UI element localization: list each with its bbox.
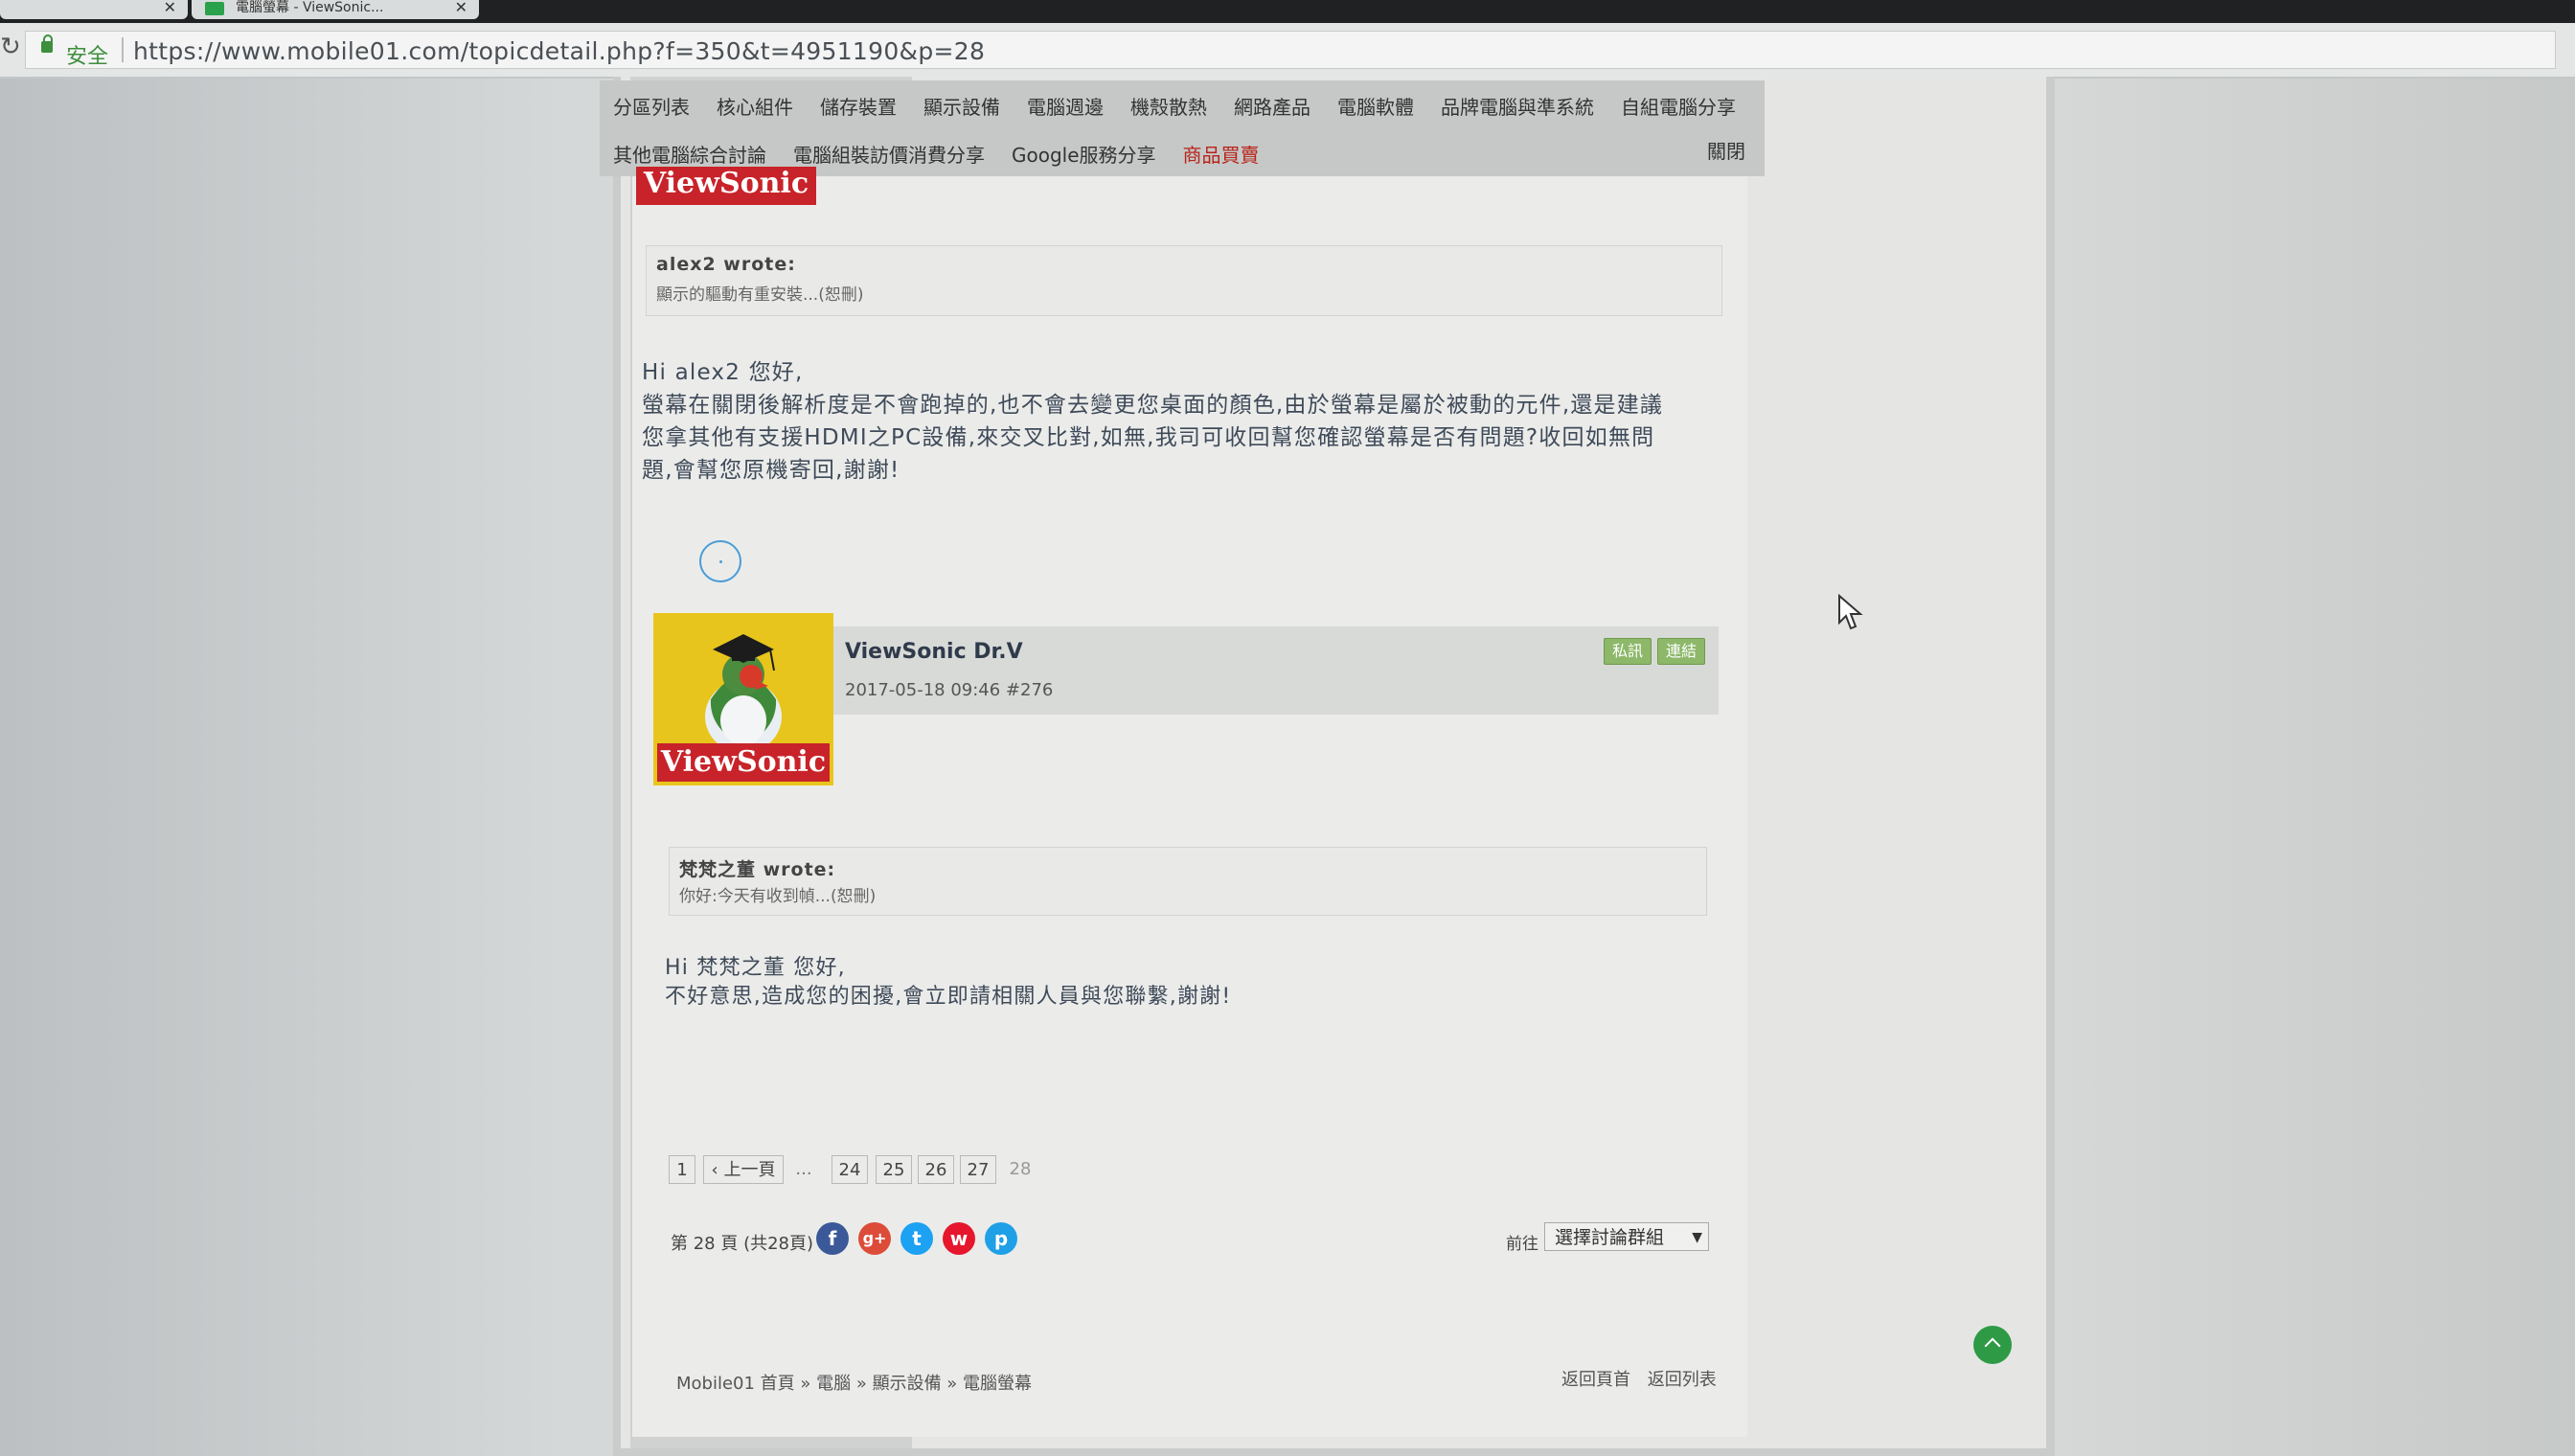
url-text[interactable]: https://www.mobile01.com/topicdetail.php… bbox=[133, 37, 985, 65]
post-meta: 2017-05-18 09:46 #276 bbox=[845, 680, 1054, 700]
loading-spinner-icon bbox=[699, 540, 741, 582]
nav-row-2: 其他電腦綜合討論 電腦組裝訪價消費分享 Google服務分享 商品買賣 bbox=[613, 140, 1287, 168]
back-to-list-link[interactable]: 返回列表 bbox=[1648, 1370, 1717, 1390]
quote-author: 梵梵之董 wrote: bbox=[679, 859, 836, 880]
group-select[interactable]: 選擇討論群組 ▼ bbox=[1544, 1222, 1709, 1251]
link-button[interactable]: 連結 bbox=[1656, 638, 1705, 665]
browser-tab-title: 電腦螢幕 - ViewSonic... bbox=[236, 0, 384, 15]
quote-block: 梵梵之董 wrote: 你好:今天有收到幀...(恕刪) bbox=[669, 847, 1707, 916]
reply-line: 您拿其他有支援HDMI之PC設備,來交叉比對,如無,我司可收回幫您確認螢幕是否有… bbox=[642, 425, 1655, 450]
pagination-ellipsis: ... bbox=[795, 1159, 812, 1179]
reply-line: 不好意思,造成您的困擾,會立即請相關人員與您聯繫,謝謝! bbox=[665, 985, 1232, 1009]
browser-toolbar: ↻ 安全 https://www.mobile01.com/topicdetai… bbox=[0, 23, 2575, 79]
mouse-cursor-icon bbox=[1838, 594, 1863, 630]
post-author-bar: ViewSonic Dr.V 2017-05-18 09:46 #276 私訊連… bbox=[833, 626, 1719, 715]
reply-text: Hi alex2 您好, 螢幕在關閉後解析度是不會跑掉的,也不會去變更您桌面的顏… bbox=[642, 356, 1663, 487]
facebook-icon[interactable]: f bbox=[816, 1222, 849, 1255]
category-nav: 分區列表 核心組件 儲存裝置 顯示設備 電腦週邊 機殼散熱 網路產品 電腦軟體 品牌電腦與準系統… bbox=[600, 80, 1765, 176]
page-count-label: 第 28 頁 (共28頁) bbox=[671, 1234, 814, 1254]
current-page: 28 bbox=[1009, 1159, 1032, 1179]
avatar-viewsonic-logo: ViewSonic bbox=[657, 743, 830, 782]
twitter-icon[interactable]: t bbox=[900, 1222, 933, 1255]
nav-item[interactable]: Google服務分享 bbox=[1012, 144, 1156, 167]
page-link[interactable]: 26 bbox=[918, 1155, 954, 1184]
secure-label: 安全 bbox=[66, 45, 109, 69]
address-separator bbox=[122, 37, 124, 62]
nav-item[interactable]: 機殼散熱 bbox=[1130, 96, 1207, 119]
chevron-down-icon: ▼ bbox=[1692, 1230, 1702, 1245]
nav-item[interactable]: 顯示設備 bbox=[923, 96, 1000, 119]
page-link[interactable]: 25 bbox=[876, 1155, 912, 1184]
reply-line: 題,會幫您原機寄回,謝謝! bbox=[642, 458, 900, 483]
reply-text: Hi 梵梵之董 您好, 不好意思,造成您的困擾,會立即請相關人員與您聯繫,謝謝! bbox=[665, 954, 1231, 1012]
nav-item[interactable]: 品牌電腦與準系統 bbox=[1441, 96, 1594, 119]
scroll-top-icon[interactable] bbox=[1973, 1326, 2012, 1364]
reload-icon[interactable]: ↻ bbox=[0, 33, 21, 61]
nav-item[interactable]: 電腦週邊 bbox=[1027, 96, 1104, 119]
browser-tab-strip: ✕ 電腦螢幕 - ViewSonic... ✕ bbox=[0, 0, 2575, 23]
avatar[interactable]: ViewSonic bbox=[653, 613, 833, 785]
quote-text[interactable]: 顯示的驅動有重安裝...(恕刪) bbox=[656, 281, 863, 305]
nav-item[interactable]: 電腦組裝訪價消費分享 bbox=[793, 144, 985, 167]
google-plus-icon[interactable]: g+ bbox=[858, 1222, 891, 1255]
reply-line: Hi alex2 您好, bbox=[642, 360, 804, 385]
page-link[interactable]: 24 bbox=[832, 1155, 868, 1184]
browser-tab-prev[interactable]: ✕ bbox=[0, 0, 188, 19]
tab-close-icon[interactable]: ✕ bbox=[164, 0, 176, 15]
favicon-icon bbox=[205, 2, 224, 15]
nav-item[interactable]: 自組電腦分享 bbox=[1621, 96, 1736, 119]
nav-item[interactable]: 電腦軟體 bbox=[1337, 96, 1414, 119]
nav-item[interactable]: 其他電腦綜合討論 bbox=[613, 144, 766, 167]
nav-close-button[interactable]: 關閉 bbox=[1707, 136, 1745, 164]
lock-icon bbox=[41, 34, 53, 53]
bird-mascot-icon bbox=[705, 634, 782, 753]
group-select-value: 選擇討論群組 bbox=[1555, 1227, 1665, 1248]
nav-row-1: 分區列表 核心組件 儲存裝置 顯示設備 電腦週邊 機殼散熱 網路產品 電腦軟體 品牌電腦與準系統… bbox=[613, 92, 1763, 120]
page-link[interactable]: 1 bbox=[669, 1155, 695, 1184]
plurk-icon[interactable]: p bbox=[985, 1222, 1017, 1255]
tab-close-icon[interactable]: ✕ bbox=[455, 0, 467, 15]
nav-item[interactable]: 商品買賣 bbox=[1183, 144, 1260, 167]
nav-item[interactable]: 網路產品 bbox=[1234, 96, 1310, 119]
browser-tab-active[interactable]: 電腦螢幕 - ViewSonic... ✕ bbox=[192, 0, 479, 19]
author-name[interactable]: ViewSonic Dr.V bbox=[845, 640, 1023, 664]
back-to-top-link[interactable]: 返回頁首 bbox=[1561, 1370, 1630, 1390]
message-button[interactable]: 私訊 bbox=[1603, 638, 1652, 665]
weibo-icon[interactable]: w bbox=[943, 1222, 975, 1255]
quote-text[interactable]: 你好:今天有收到幀...(恕刪) bbox=[679, 882, 876, 906]
address-bar[interactable]: 安全 https://www.mobile01.com/topicdetail.… bbox=[25, 31, 2556, 69]
post-actions: 私訊 連結 bbox=[1598, 638, 1705, 665]
reply-line: Hi 梵梵之董 您好, bbox=[665, 956, 846, 980]
page-link[interactable]: 27 bbox=[960, 1155, 996, 1184]
nav-item[interactable]: 核心組件 bbox=[717, 96, 793, 119]
breadcrumb[interactable]: Mobile01 首頁 » 電腦 » 顯示設備 » 電腦螢幕 bbox=[676, 1370, 1032, 1395]
quote-block: alex2 wrote: 顯示的驅動有重安裝...(恕刪) bbox=[646, 245, 1722, 316]
goto-label: 前往 bbox=[1506, 1235, 1538, 1254]
reply-line: 螢幕在關閉後解析度是不會跑掉的,也不會去變更您桌面的顏色,由於螢幕是屬於被動的元… bbox=[642, 393, 1664, 418]
prev-page-button[interactable]: ‹ 上一頁 bbox=[703, 1155, 784, 1184]
nav-item[interactable]: 儲存裝置 bbox=[820, 96, 897, 119]
nav-item[interactable]: 分區列表 bbox=[613, 96, 690, 119]
viewsonic-logo: ViewSonic bbox=[636, 167, 816, 205]
quote-author: alex2 wrote: bbox=[656, 254, 796, 275]
footer-links: 返回頁首 返回列表 bbox=[1550, 1366, 1717, 1391]
